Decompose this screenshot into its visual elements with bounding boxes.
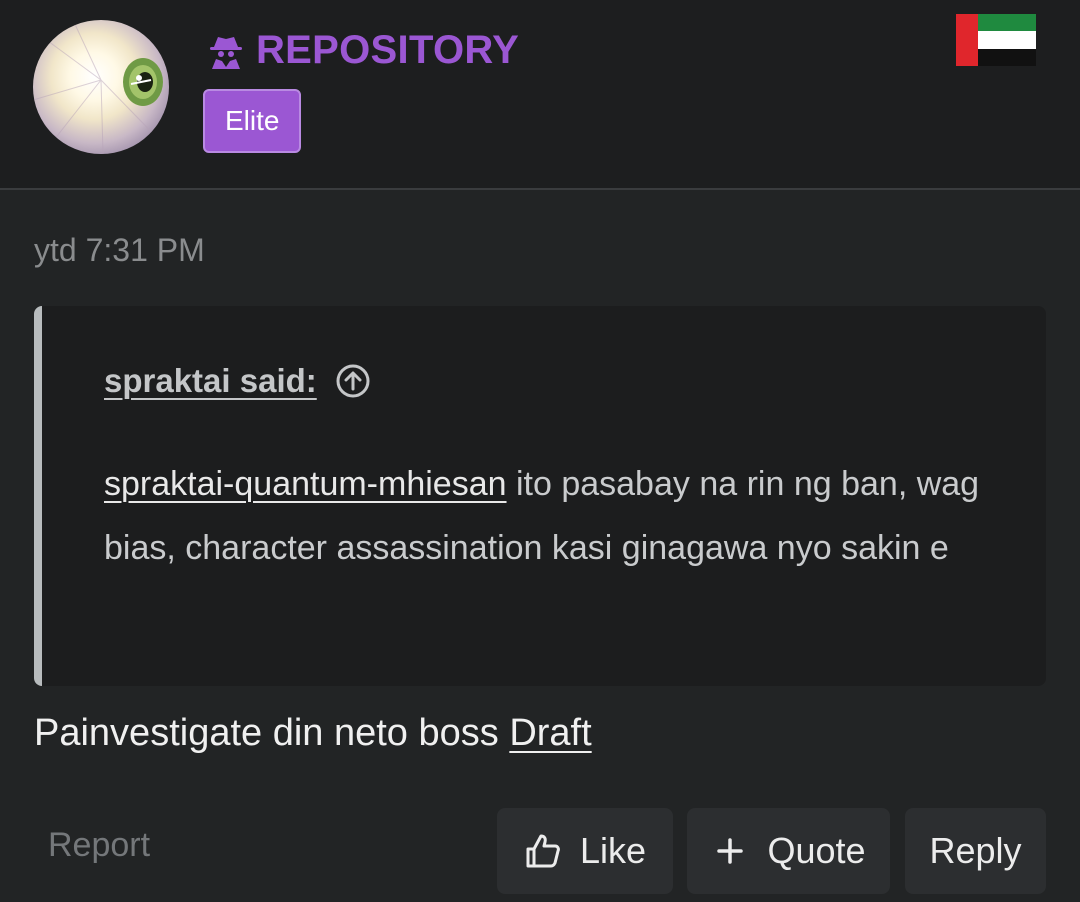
- user-title-badge: Elite: [203, 89, 302, 153]
- post-timestamp[interactable]: ytd 7:31 PM: [34, 232, 205, 269]
- quote-text: spraktai-quantum-mhiesan ito pasabay na …: [104, 452, 1004, 580]
- avatar[interactable]: [33, 20, 169, 154]
- username[interactable]: REPOSITORY: [256, 28, 519, 73]
- like-button[interactable]: Like: [497, 808, 673, 894]
- message-text: Painvestigate din neto boss: [34, 712, 510, 754]
- eye-avatar-image: [33, 20, 169, 154]
- quote-label: Quote: [767, 830, 866, 871]
- reply-button[interactable]: Reply: [905, 808, 1046, 894]
- report-link[interactable]: Report: [48, 826, 150, 865]
- plus-icon: [717, 838, 744, 864]
- spy-icon: [210, 36, 242, 69]
- uae-flag-icon: [956, 14, 1036, 66]
- quote-block: spraktai said: spraktai-quantum-mhiesan …: [34, 306, 1046, 686]
- thumbs-up-icon: [526, 834, 560, 868]
- user-info: REPOSITORY Elite: [203, 28, 519, 153]
- quote-author-link[interactable]: spraktai said:: [104, 362, 317, 400]
- reply-label: Reply: [929, 830, 1022, 871]
- username-row: REPOSITORY: [206, 28, 519, 73]
- draft-mention-link[interactable]: Draft: [509, 712, 591, 754]
- user-mention-link[interactable]: spraktai-quantum-mhiesan: [104, 465, 507, 503]
- like-label: Like: [579, 830, 647, 871]
- arrow-up-circle-icon[interactable]: [335, 363, 371, 399]
- post-header: REPOSITORY Elite: [0, 0, 1080, 190]
- quote-button[interactable]: Quote: [687, 808, 890, 894]
- post-message: Painvestigate din neto boss Draft: [34, 712, 592, 755]
- quote-header: spraktai said:: [104, 362, 371, 400]
